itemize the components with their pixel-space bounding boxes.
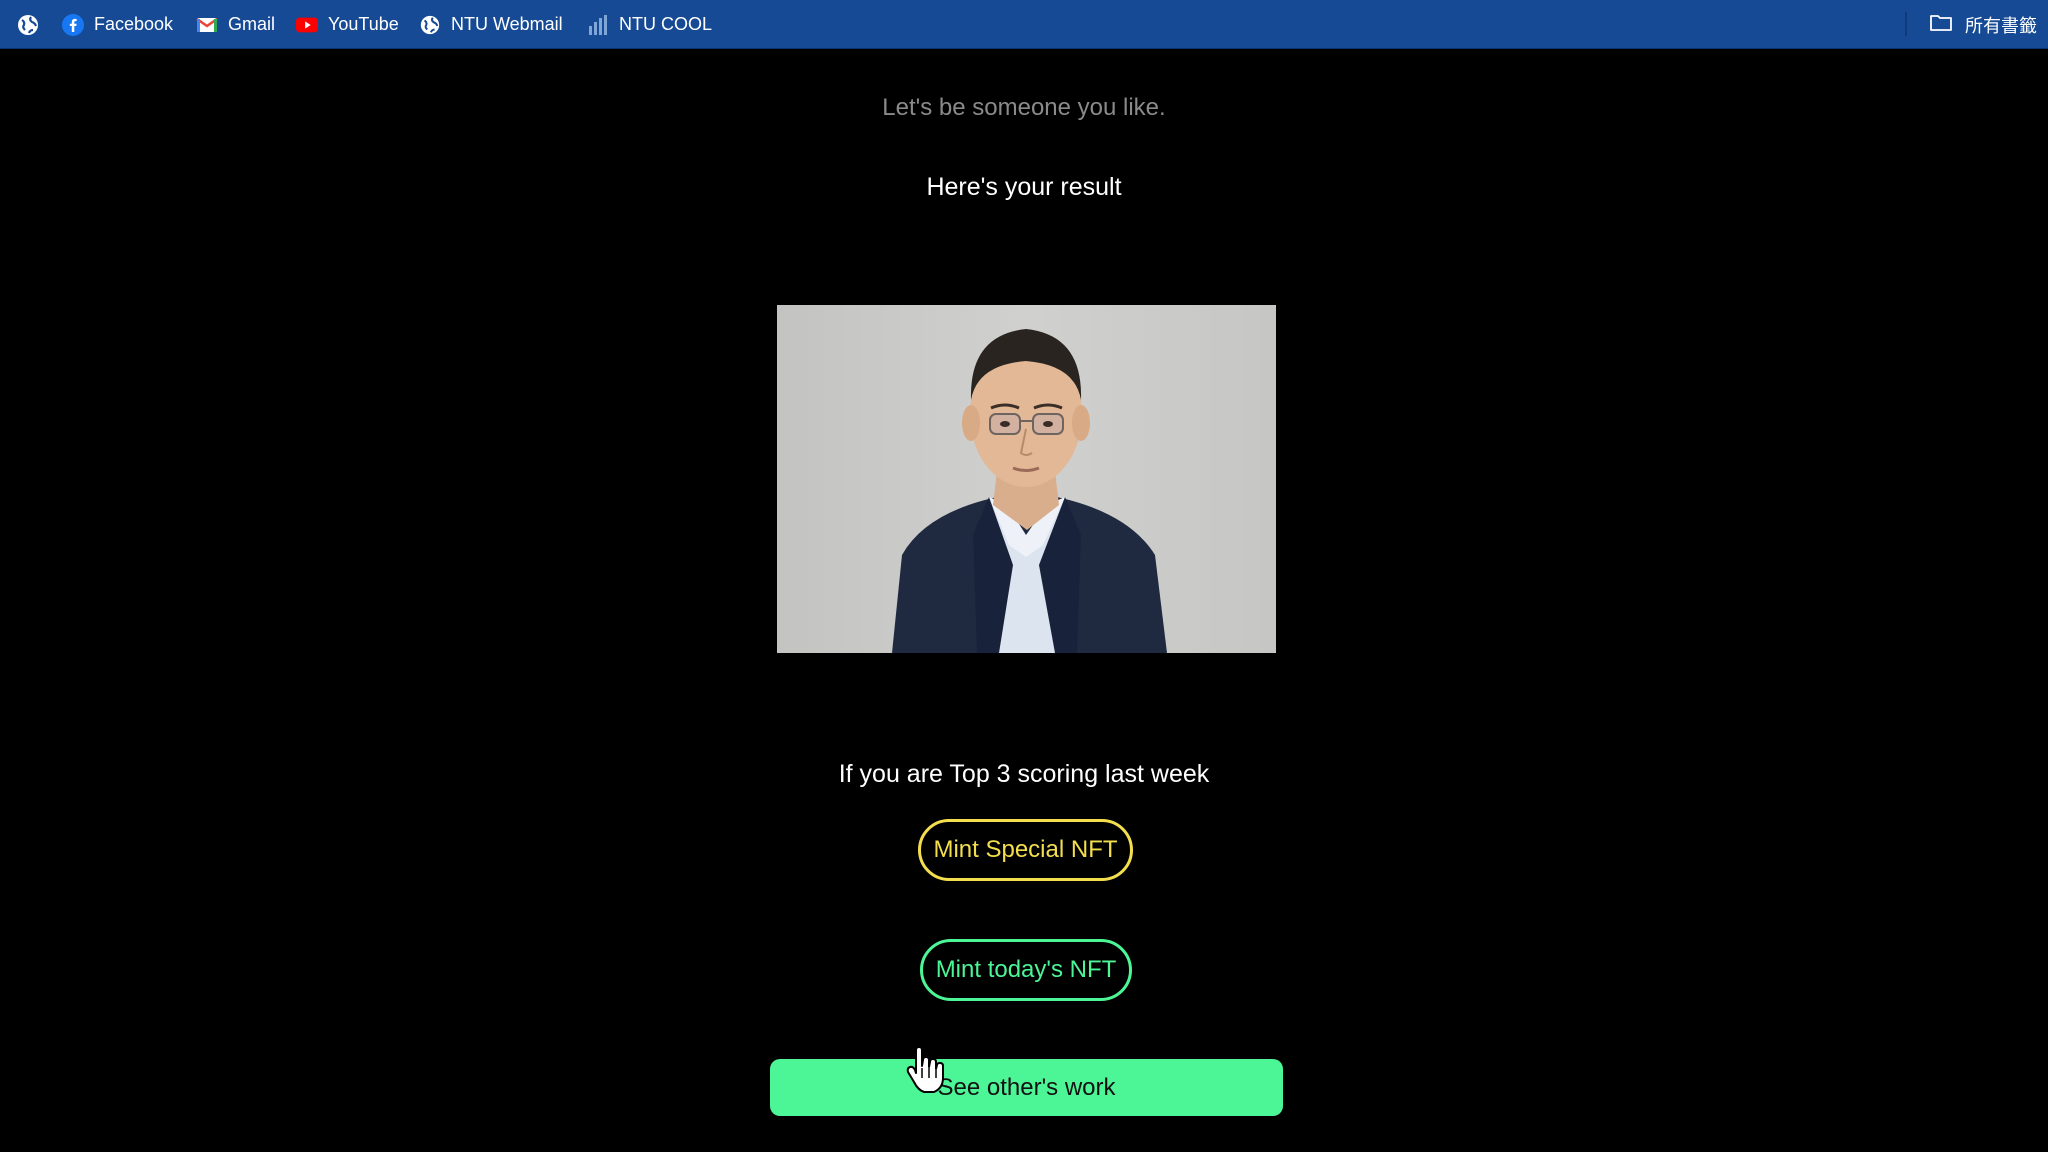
result-portrait-image [777,305,1276,653]
see-others-work-button[interactable]: See other's work [770,1059,1283,1116]
all-bookmarks-button[interactable]: 所有書籤 [1929,0,2037,49]
globe-icon[interactable] [16,13,40,37]
bookmark-label: Gmail [228,14,276,34]
bookmark-facebook[interactable]: Facebook [62,0,173,49]
bookmarks-divider [1905,12,1907,36]
mint-special-nft-button[interactable]: Mint Special NFT [918,819,1133,881]
bookmark-label: NTU Webmail [451,14,563,34]
globe-icon [419,14,441,36]
hand-cursor-icon [906,1046,944,1093]
folder-icon [1929,12,1953,37]
main-content: Let's be someone you like. Here's your r… [0,49,2048,1152]
bookmark-ntu-webmail[interactable]: NTU Webmail [419,0,563,49]
result-heading: Here's your result [926,173,1122,201]
bookmarks-bar: Facebook Gmail YouTube NTU Webmail NTU C… [0,0,2048,49]
facebook-icon [62,13,84,36]
bar-chart-icon [587,14,609,36]
tagline: Let's be someone you like. [882,94,1166,121]
bookmark-youtube[interactable]: YouTube [296,0,399,49]
bookmark-ntu-cool[interactable]: NTU COOL [587,0,712,49]
all-bookmarks-label: 所有書籤 [1965,15,2037,36]
bookmark-label: Facebook [94,14,174,34]
youtube-icon [296,14,318,36]
bookmark-label: YouTube [328,14,399,34]
mint-today-nft-button[interactable]: Mint today's NFT [920,939,1132,1001]
bookmark-gmail[interactable]: Gmail [196,0,275,49]
gmail-icon [196,14,218,36]
top3-text: If you are Top 3 scoring last week [838,760,1210,788]
bookmark-label: NTU COOL [619,14,713,34]
